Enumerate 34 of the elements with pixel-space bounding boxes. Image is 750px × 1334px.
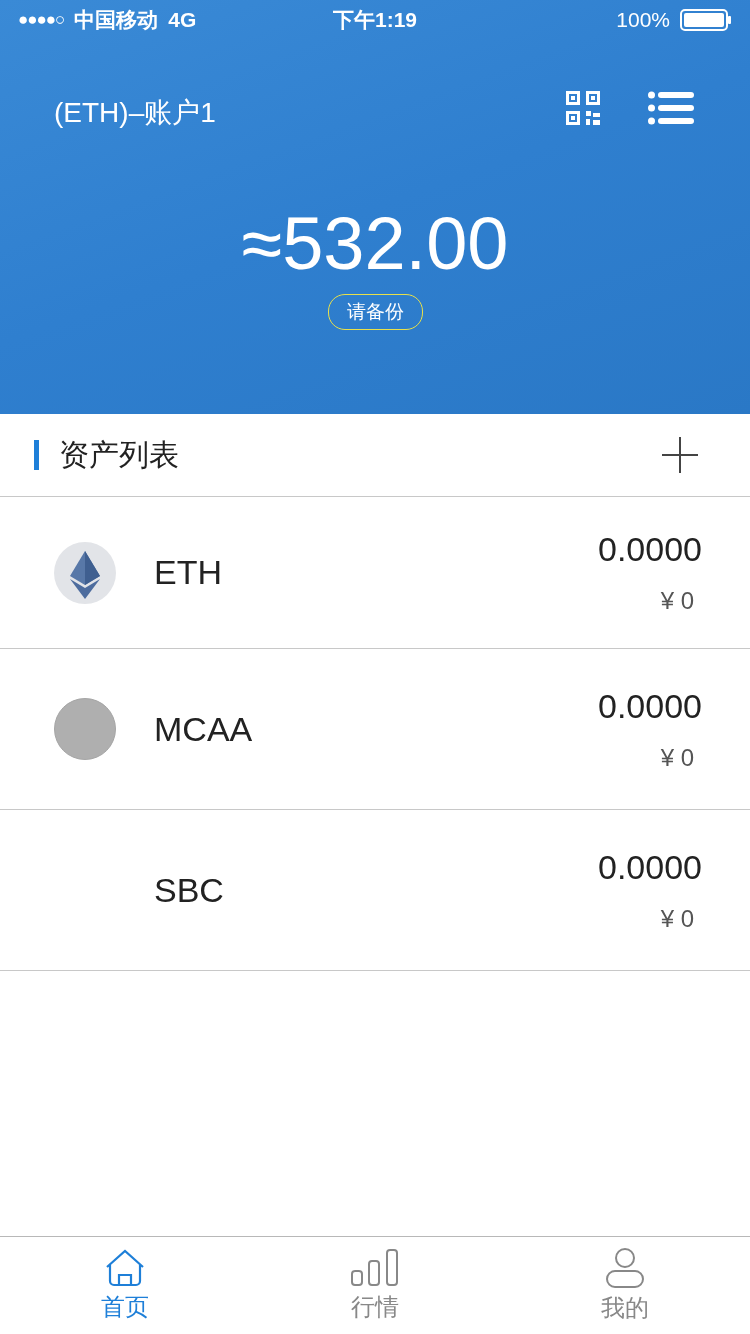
asset-name: SBC [154,870,225,910]
asset-name: ETH [154,553,223,592]
section-marker [34,440,39,470]
asset-row[interactable]: SBC 0.0000 ¥ 0 [0,810,750,971]
backup-button[interactable]: 请备份 [327,294,423,330]
section-title: 资产列表 [59,436,179,473]
signal-strength: ●●●●○ [18,10,65,30]
tab-button[interactable]: 首页 [0,1237,250,1334]
asset-value: ¥ 0 [660,743,694,772]
network-type: 4G [168,8,197,32]
coin-placeholder-icon [54,698,116,760]
asset-row[interactable]: ETH 0.0000 ¥ 0 [0,497,750,649]
person-icon [606,1247,644,1288]
home-icon [105,1248,145,1287]
battery-icon [680,9,732,31]
ether-coin-icon [54,541,116,604]
tab-button[interactable]: 行情 [250,1237,500,1334]
qr-code-icon[interactable] [566,91,600,125]
menu-icon[interactable] [648,91,694,125]
asset-row[interactable]: MCAA 0.0000 ¥ 0 [0,649,750,810]
asset-amount: 0.0000 [598,686,702,726]
status-time: 下午1:19 [332,7,418,33]
asset-value: ¥ 0 [660,904,694,933]
bar-chart-icon [351,1248,399,1287]
asset-name: MCAA [154,709,254,749]
battery-percent: 100% [616,8,670,32]
add-icon[interactable] [662,437,698,473]
account-title[interactable]: (ETH)–账户1 [54,94,216,132]
carrier-name: 中国移动 [74,7,159,33]
asset-amount: 0.0000 [598,530,702,569]
asset-value: ¥ 0 [660,587,694,615]
asset-amount: 0.0000 [598,847,702,887]
total-balance: ≈532.00 [240,201,510,287]
tab-button[interactable]: 我的 [500,1237,750,1334]
